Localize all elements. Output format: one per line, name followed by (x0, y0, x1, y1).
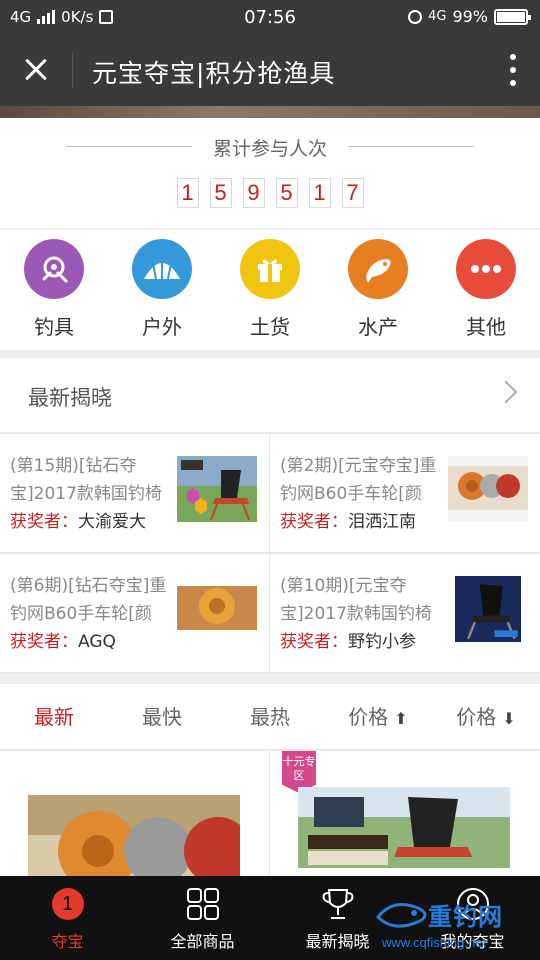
chevron-right-icon (494, 380, 518, 404)
category-label: 土货 (250, 315, 290, 339)
product-thumbnail (177, 456, 257, 522)
status-bar: 4G 0K/s 07:56 4G 99% (0, 0, 540, 34)
counter-digit: 7 (341, 178, 364, 208)
sort-bar: 最新 最快 最热 价格 ⬆ 价格 ⬇ (0, 684, 540, 750)
sort-tab-fastest[interactable]: 最快 (108, 684, 216, 749)
reveal-winner: 获奖者：大渝爱大 (10, 508, 168, 536)
tab-label: 夺宝 (51, 932, 84, 951)
category-aquatic[interactable]: 水产 (324, 230, 432, 350)
grid-icon (185, 886, 221, 922)
product-thumbnail (448, 456, 528, 522)
close-icon[interactable] (18, 52, 54, 88)
reveal-card[interactable]: (第10期)[元宝夺宝]2017款韩国钓椅 获奖者：野钓小参 (270, 553, 540, 673)
counter-digit: 1 (308, 178, 331, 208)
sort-tab-hottest[interactable]: 最热 (216, 684, 324, 749)
product-card[interactable] (0, 751, 270, 876)
reveal-winner: 获奖者：泪洒江南 (280, 508, 438, 536)
battery-percent: 99% (452, 7, 488, 26)
battery-icon (494, 8, 531, 25)
reveal-text: (第10期)[元宝夺宝]2017款韩国钓椅 获奖者：野钓小参 (280, 572, 438, 656)
reveal-text: (第15期)[钻石夺宝]2017款韩国钓椅 获奖者：大渝爱大 (10, 452, 168, 536)
sort-tab-newest[interactable]: 最新 (0, 684, 108, 749)
counter-digits: 1 5 9 5 1 7 (0, 178, 540, 208)
product-image (298, 787, 510, 868)
tab-label: 最新揭晓 (305, 932, 370, 951)
watermark-logo: 重钓网 www.cqfishing.net (374, 895, 534, 957)
tab-all-products[interactable]: 全部商品 (135, 876, 270, 960)
counter-digit: 5 (209, 178, 232, 208)
fishing-reel-icon (24, 239, 84, 299)
product-thumbnail (455, 576, 521, 642)
reveal-title: (第2期)[元宝夺宝]重钓网B60手车轮[颜 (280, 456, 437, 504)
divider-line-right (348, 146, 474, 147)
tab-home[interactable]: 1 夺宝 (0, 876, 135, 960)
winner-label: 获奖者： (280, 632, 348, 652)
reveal-text: (第2期)[元宝夺宝]重钓网B60手车轮[颜 获奖者：泪洒江南 (280, 452, 438, 536)
sort-tab-price-asc[interactable]: 价格 ⬆ (324, 684, 432, 749)
arrow-up-icon: ⬆ (394, 709, 408, 728)
reveal-winner: 获奖者：野钓小参 (280, 628, 438, 656)
category-local-goods[interactable]: 土货 (216, 230, 324, 350)
category-label: 其他 (466, 315, 506, 339)
counter-title-row: 累计参与人次 (0, 134, 540, 160)
winner-label: 获奖者： (10, 512, 78, 532)
participation-counter: 累计参与人次 1 5 9 5 1 7 (0, 118, 540, 228)
more-menu-icon[interactable] (508, 54, 518, 86)
category-label: 钓具 (34, 315, 74, 339)
sort-tab-price-desc[interactable]: 价格 ⬇ (432, 684, 540, 749)
winner-name: 大渝爱大 (78, 512, 146, 532)
product-image (28, 795, 240, 876)
latest-reveal-header[interactable]: 最新揭晓 (0, 358, 540, 432)
category-label: 水产 (358, 315, 398, 339)
winner-name: 泪洒江南 (348, 512, 416, 532)
reveal-title: (第15期)[钻石夺宝]2017款韩国钓椅 (10, 456, 162, 504)
fish-icon (348, 239, 408, 299)
category-other[interactable]: 其他 (432, 230, 540, 350)
category-bar: 钓具 户外 土货 水产 其他 (0, 230, 540, 350)
banner-strip (0, 106, 540, 118)
winner-name: AGQ (78, 632, 116, 652)
reveal-title: (第6期)[钻石夺宝]重钓网B60手车轮[颜 (10, 576, 167, 624)
winner-label: 获奖者： (10, 632, 78, 652)
reveal-title: (第10期)[元宝夺宝]2017款韩国钓椅 (280, 576, 432, 624)
counter-title: 累计参与人次 (212, 138, 327, 160)
reveal-text: (第6期)[钻石夺宝]重钓网B60手车轮[颜 获奖者：AGQ (10, 572, 168, 656)
product-card[interactable]: 十元专区 (270, 751, 540, 876)
tent-icon (132, 239, 192, 299)
counter-digit: 9 (242, 178, 265, 208)
category-outdoor[interactable]: 户外 (108, 230, 216, 350)
latest-reveal-grid: (第15期)[钻石夺宝]2017款韩国钓椅 获奖者：大渝爱大 (第2期)[元宝夺… (0, 433, 540, 673)
gift-icon (240, 239, 300, 299)
tab-badge: 1 (51, 888, 84, 920)
arrow-down-icon: ⬇ (502, 709, 516, 728)
status-right: 4G 99% (408, 7, 531, 26)
sort-tab-label: 价格 (456, 705, 497, 729)
product-grid: 十元专区 (0, 751, 540, 876)
tab-label: 全部商品 (170, 932, 235, 951)
alarm-icon (408, 9, 423, 24)
reveal-winner: 获奖者：AGQ (10, 628, 168, 656)
counter-digit: 5 (275, 178, 298, 208)
fish-logo-icon (375, 903, 427, 928)
home-badge-icon: 1 (50, 886, 86, 922)
product-thumbnail (177, 576, 257, 642)
winner-label: 获奖者： (280, 512, 348, 532)
reveal-card[interactable]: (第2期)[元宝夺宝]重钓网B60手车轮[颜 获奖者：泪洒江南 (270, 433, 540, 553)
category-fishing-gear[interactable]: 钓具 (0, 230, 108, 350)
latest-reveal-title: 最新揭晓 (28, 386, 112, 410)
page-title: 元宝夺宝|积分抢渔具 (92, 59, 336, 88)
trophy-icon (320, 886, 356, 922)
counter-digit: 1 (176, 178, 199, 208)
more-dots-icon (456, 239, 516, 299)
category-label: 户外 (142, 315, 182, 339)
reveal-card[interactable]: (第15期)[钻石夺宝]2017款韩国钓椅 获奖者：大渝爱大 (0, 433, 270, 553)
nav-divider (72, 52, 73, 88)
sort-tab-label: 价格 (348, 705, 389, 729)
winner-name: 野钓小参 (348, 632, 416, 652)
nav-bar: 元宝夺宝|积分抢渔具 (0, 34, 540, 106)
watermark-brand: 重钓网 (428, 903, 503, 931)
watermark-url: www.cqfishing.net (382, 935, 487, 950)
reveal-card[interactable]: (第6期)[钻石夺宝]重钓网B60手车轮[颜 获奖者：AGQ (0, 553, 270, 673)
network-right-label: 4G (428, 9, 447, 24)
